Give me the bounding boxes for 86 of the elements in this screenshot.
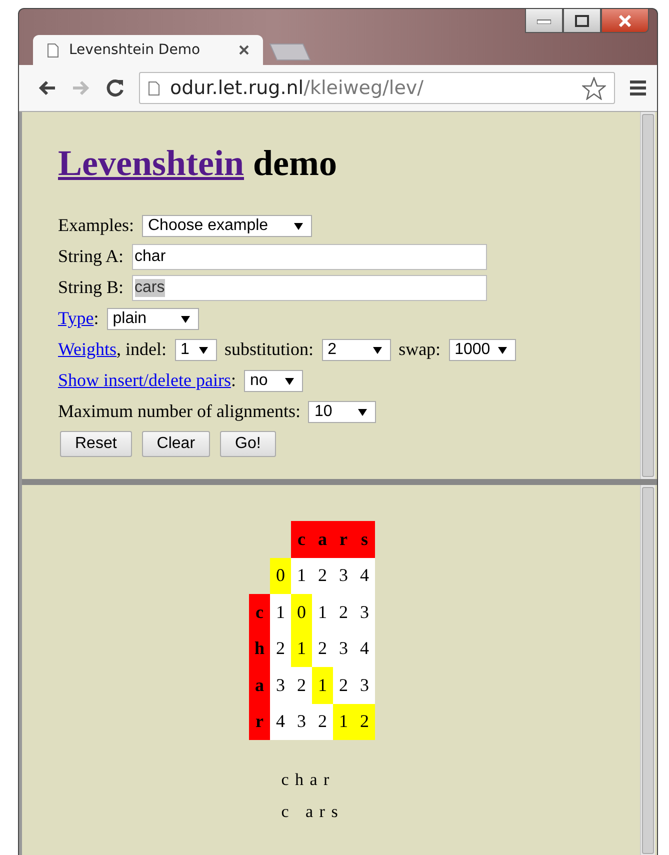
- field-label: Maximum number of alignments:: [58, 401, 300, 422]
- caret-icon: [198, 346, 208, 354]
- header-cell: s: [354, 521, 375, 558]
- dropdown[interactable]: no: [244, 370, 303, 392]
- matrix-cell: 2: [270, 630, 291, 667]
- text-field[interactable]: char: [132, 244, 487, 270]
- header-cell: r: [333, 521, 354, 558]
- maximize-icon: [575, 14, 589, 26]
- matrix-cell: 2: [291, 667, 312, 704]
- back-icon[interactable]: [37, 79, 57, 97]
- matrix-cell: 1: [312, 594, 333, 630]
- star-icon[interactable]: [582, 76, 606, 100]
- matrix-cell: 3: [270, 667, 291, 704]
- page-icon: [47, 42, 59, 58]
- matrix-cell: 3: [333, 630, 354, 667]
- text-field[interactable]: cars: [132, 274, 487, 300]
- matrix-cell: 3: [354, 667, 375, 704]
- matrix-cell: 0: [270, 558, 291, 594]
- matrix-cell: 3: [354, 594, 375, 630]
- help-link[interactable]: Weights: [58, 339, 117, 360]
- scrollbar[interactable]: [640, 112, 655, 479]
- menu-icon[interactable]: [629, 80, 647, 96]
- matrix-cell: 2: [312, 630, 333, 667]
- header-cell: a: [249, 667, 270, 704]
- matrix-cell: 4: [354, 630, 375, 667]
- reload-icon[interactable]: [105, 78, 125, 98]
- caret-icon: [284, 376, 294, 384]
- field-label: String A:: [58, 246, 124, 267]
- header-cell: r: [249, 704, 270, 740]
- field-label: :: [230, 370, 236, 391]
- matrix-cell: 2: [333, 667, 354, 704]
- caret-icon: [372, 346, 382, 354]
- minimize-icon: [537, 18, 551, 24]
- matrix-cell: 1: [312, 667, 333, 704]
- matrix-cell: 2: [312, 558, 333, 594]
- browser-tab[interactable]: Levenshtein Demo: [33, 35, 263, 65]
- header-cell: a: [312, 521, 333, 558]
- caret-icon: [294, 222, 303, 230]
- address-bar[interactable]: odur.let.rug.nl/kleiweg/lev/: [139, 72, 615, 104]
- caret-icon: [498, 346, 507, 354]
- heading-link[interactable]: Levenshtein: [58, 143, 244, 183]
- form-button[interactable]: Go!: [220, 431, 276, 457]
- caret-icon: [358, 408, 368, 416]
- dropdown[interactable]: Choose example: [142, 214, 312, 236]
- minimize-button[interactable]: [525, 9, 563, 33]
- close-button[interactable]: [601, 9, 649, 33]
- page-icon: [148, 80, 160, 96]
- alignment-text: c h a r: [281, 769, 332, 791]
- matrix-cell: 3: [333, 558, 354, 594]
- header-cell: c: [249, 594, 270, 630]
- matrix-cell: 1: [333, 704, 354, 740]
- matrix-cell: 2: [354, 704, 375, 740]
- caret-icon: [180, 314, 190, 322]
- close-icon: [618, 14, 632, 26]
- alignment-text: c a r s: [281, 801, 339, 823]
- header-cell: h: [249, 630, 270, 667]
- dropdown[interactable]: 2: [322, 338, 391, 360]
- field-label: , indel:: [116, 339, 167, 360]
- field-label: swap:: [398, 339, 441, 360]
- matrix-cell: 0: [291, 594, 312, 630]
- help-link[interactable]: Type: [58, 308, 94, 329]
- field-label: :: [94, 308, 99, 329]
- maximize-button[interactable]: [563, 9, 601, 33]
- form-button[interactable]: Clear: [142, 431, 210, 457]
- field-label: Examples:: [58, 215, 134, 236]
- matrix-cell: 4: [354, 558, 375, 594]
- field-label: String B:: [58, 277, 124, 298]
- matrix-cell: 1: [291, 558, 312, 594]
- heading-text: demo: [253, 143, 338, 183]
- matrix-cell: 3: [291, 704, 312, 740]
- matrix-cell: 1: [270, 594, 291, 630]
- header-cell: c: [291, 521, 312, 558]
- url-text: odur.let.rug.nl/kleiweg/lev/: [170, 77, 425, 99]
- matrix-cell: 1: [291, 630, 312, 667]
- field-label: substitution:: [224, 339, 314, 360]
- matrix-cell: 2: [312, 704, 333, 740]
- form-button[interactable]: Reset: [60, 431, 132, 457]
- dropdown[interactable]: 1: [174, 338, 217, 360]
- dropdown[interactable]: 1000: [448, 338, 516, 360]
- matrix-cell: 2: [333, 594, 354, 630]
- tab-close-icon[interactable]: [239, 45, 249, 55]
- help-link[interactable]: Show insert/delete pairs: [58, 370, 231, 391]
- dropdown[interactable]: 10: [308, 400, 376, 422]
- scrollbar[interactable]: [640, 485, 655, 855]
- dropdown[interactable]: plain: [106, 308, 199, 330]
- matrix-cell: 4: [270, 704, 291, 740]
